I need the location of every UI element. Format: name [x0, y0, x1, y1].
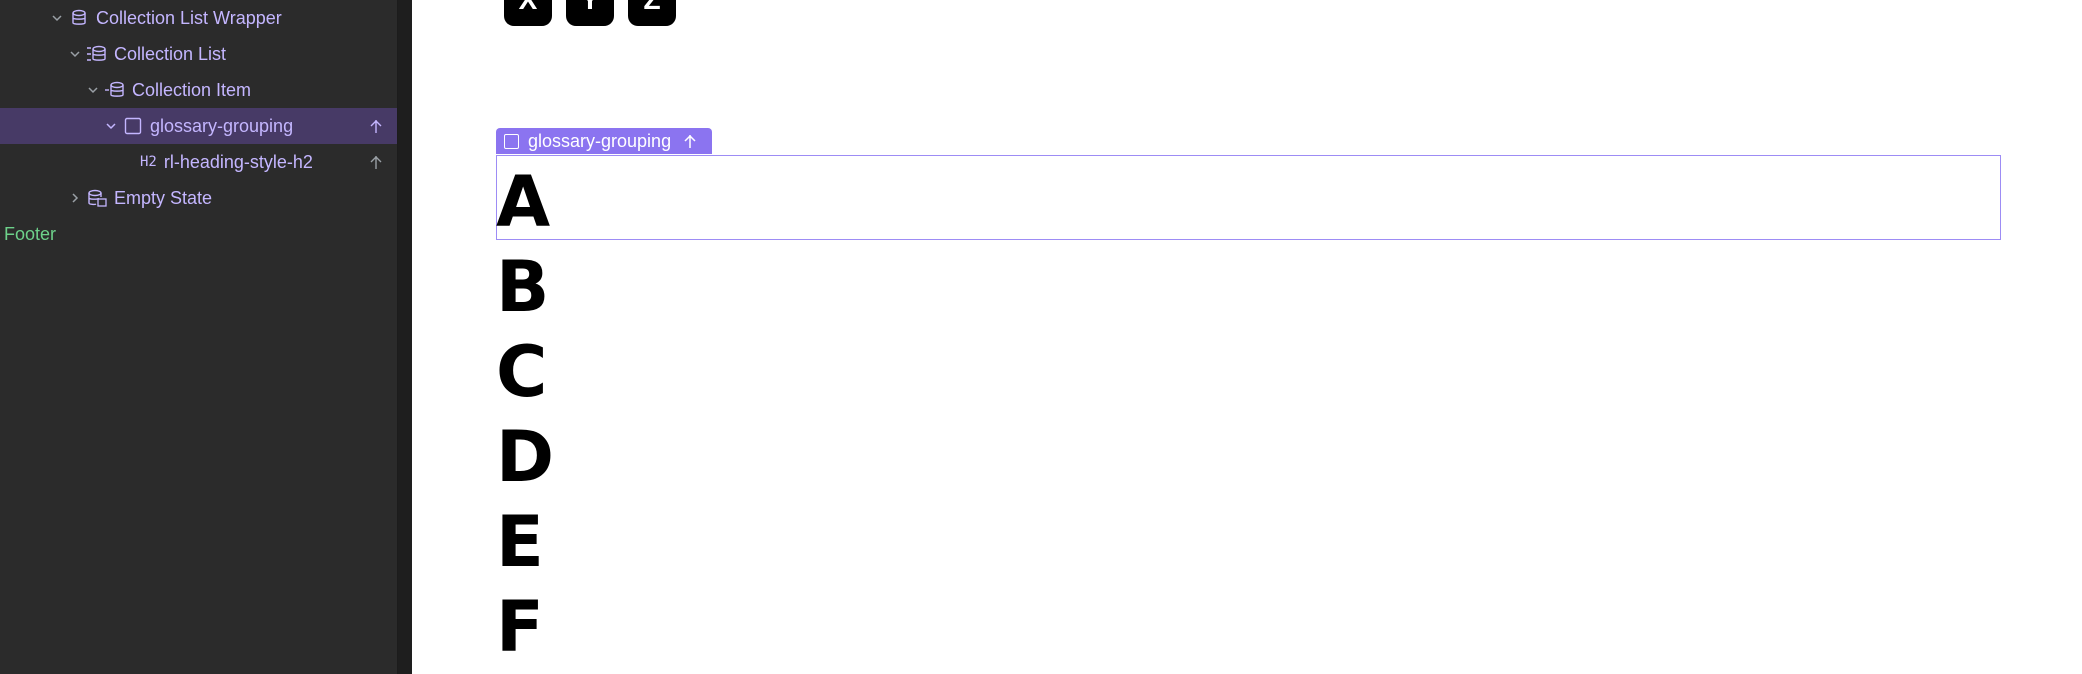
nav-item-label: glossary-grouping	[150, 115, 294, 136]
selection-outline	[496, 155, 2001, 240]
nav-item-glossary-grouping[interactable]: glossary-grouping	[0, 108, 397, 144]
letter-key-button[interactable]: Y	[566, 0, 614, 26]
chevron-down-icon[interactable]	[86, 83, 100, 97]
chevron-right-icon[interactable]	[68, 191, 82, 205]
chevron-down-icon[interactable]	[68, 47, 82, 61]
nav-item-rl-heading-style-h2[interactable]: H2 rl-heading-style-h2	[0, 144, 397, 180]
component-link-icon[interactable]	[367, 117, 385, 135]
letter-key-button[interactable]: X	[504, 0, 552, 26]
component-link-icon[interactable]	[367, 153, 385, 171]
glossary-letter-heading[interactable]: A	[496, 160, 550, 245]
nav-item-collection-list[interactable]: Collection List	[0, 36, 397, 72]
selected-element-tag[interactable]: glossary-grouping	[496, 128, 712, 154]
glossary-letter-heading[interactable]: E	[496, 500, 544, 585]
collection-list-icon	[86, 43, 108, 65]
design-canvas[interactable]: X Y Z glossary-grouping A B C D E F	[412, 0, 2082, 674]
chevron-down-icon[interactable]	[104, 119, 118, 133]
heading-h2-icon: H2	[140, 154, 157, 170]
nav-item-label: Collection Item	[132, 79, 252, 100]
glossary-letter-heading[interactable]: D	[496, 415, 554, 500]
nav-item-label: rl-heading-style-h2	[163, 151, 313, 172]
nav-item-footer[interactable]: Footer	[0, 216, 397, 252]
nav-item-label: Empty State	[114, 187, 213, 208]
panel-divider[interactable]	[398, 0, 412, 674]
selected-element-label: glossary-grouping	[528, 130, 672, 151]
component-link-icon[interactable]	[681, 132, 699, 150]
collection-item-icon	[104, 79, 126, 101]
nav-item-collection-item[interactable]: Collection Item	[0, 72, 397, 108]
div-block-icon	[122, 115, 144, 137]
glossary-letter-heading[interactable]: B	[496, 245, 549, 330]
empty-state-icon	[86, 187, 108, 209]
glossary-letter-heading[interactable]: C	[496, 330, 547, 415]
nav-item-collection-list-wrapper[interactable]: Collection List Wrapper	[0, 0, 397, 36]
navigator-panel: Collection List Wrapper Collection List …	[0, 0, 398, 674]
glossary-letter-heading[interactable]: F	[496, 585, 544, 670]
chevron-down-icon[interactable]	[50, 11, 64, 25]
nav-item-empty-state[interactable]: Empty State	[0, 180, 397, 216]
nav-item-label: Collection List	[114, 43, 227, 64]
nav-item-label: Footer	[4, 223, 57, 244]
nav-item-label: Collection List Wrapper	[96, 7, 282, 28]
database-icon	[68, 7, 90, 29]
letter-key-button[interactable]: Z	[628, 0, 676, 26]
div-block-icon	[504, 133, 519, 149]
